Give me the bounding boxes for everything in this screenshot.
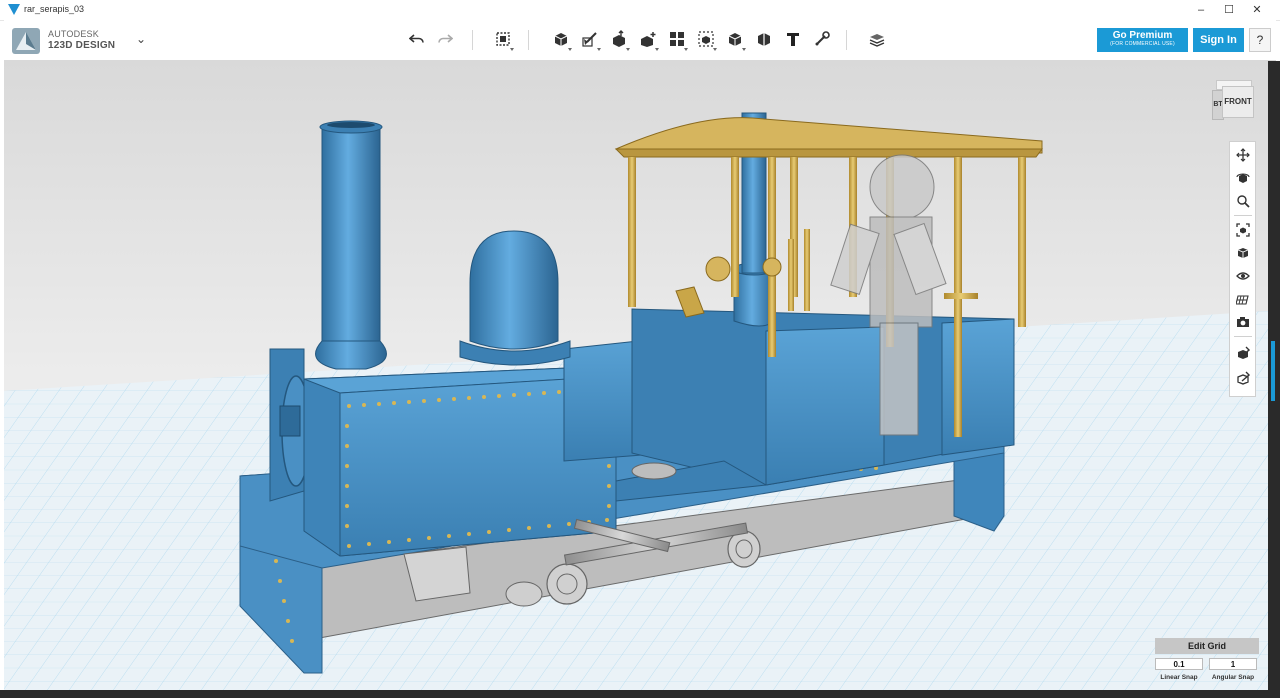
navigation-bar [1229,141,1256,397]
material-toggle-button[interactable] [1233,343,1253,363]
scene-canvas[interactable] [4,61,1268,690]
zoom-button[interactable] [1233,191,1253,211]
main-toolbar: AUTODESK 123D DESIGN ⌄ Go Premium (FOR C… [4,20,1276,61]
transform-icon [496,32,510,46]
maximize-button[interactable]: ☐ [1214,1,1244,19]
toolbar-separator [528,30,529,50]
orbit-button[interactable] [1233,168,1253,188]
modify-icon [641,32,656,47]
fit-button[interactable] [1233,220,1253,240]
toolbar-separator [846,30,847,50]
app-window: rar_serapis_03 – ☐ ✕ AUTODESK 123D DESIG… [0,0,1280,698]
go-premium-label: Go Premium [1112,30,1173,41]
app-logo-icon [8,4,20,15]
outline-toggle-icon [1237,371,1250,385]
fit-icon [1236,223,1250,237]
construct-button[interactable] [606,26,632,52]
grid-toggle-icon [1236,295,1249,305]
undo-button[interactable] [404,26,430,52]
combine-icon [728,33,742,46]
primitives-icon [554,33,568,46]
text-button[interactable] [780,26,806,52]
undo-icon [409,34,424,43]
logo-brand: AUTODESK [48,29,99,39]
grid-toggle-button[interactable] [1233,289,1253,309]
sketch-button[interactable] [577,26,603,52]
transform-button[interactable] [490,26,516,52]
view-cube[interactable]: BT FRONT [1208,78,1256,122]
material-icon [869,34,885,47]
minimize-button[interactable]: – [1186,1,1216,19]
view-mode-button[interactable] [1233,243,1253,263]
visibility-icon [1236,272,1250,280]
edit-grid-button[interactable]: Edit Grid [1155,638,1259,654]
primitives-button[interactable] [548,26,574,52]
group-button[interactable] [693,26,719,52]
pattern-button[interactable] [664,26,690,52]
pan-icon [1236,148,1250,162]
combine-button[interactable] [722,26,748,52]
go-premium-button[interactable]: Go Premium (FOR COMMERCIAL USE) [1097,28,1188,52]
close-button[interactable]: ✕ [1242,1,1272,19]
measure-icon [758,33,770,46]
screenshot-button[interactable] [1233,312,1253,332]
bottom-border [0,690,1280,698]
view-mode-icon [1237,248,1249,258]
material-button[interactable] [864,26,890,52]
orbit-icon [1236,173,1250,183]
snap-icon [815,31,830,46]
redo-button[interactable] [432,26,458,52]
right-edge-scrollbar[interactable] [1268,61,1280,690]
outline-toggle-button[interactable] [1233,368,1253,388]
visibility-button[interactable] [1233,266,1253,286]
angular-snap-input[interactable]: 1 [1209,658,1257,670]
linear-snap-label: Linear Snap [1160,674,1198,681]
screenshot-icon [1237,317,1249,327]
construct-icon [613,30,625,47]
sign-in-button[interactable]: Sign In [1193,28,1244,52]
linear-snap-input[interactable]: 0.1 [1155,658,1203,670]
toolbar-separator [472,30,473,50]
scrollbar-thumb[interactable] [1271,341,1275,401]
pattern-icon [670,32,684,46]
autodesk-logo-icon [12,28,40,54]
nav-separator [1234,336,1252,337]
modify-button[interactable] [635,26,661,52]
grid-panel: Edit Grid 0.1 1 Linear Snap Angular Snap [1155,638,1259,686]
redo-icon [438,34,453,43]
pan-button[interactable] [1233,145,1253,165]
group-icon [698,31,714,47]
help-button[interactable]: ? [1249,28,1271,52]
go-premium-sublabel: (FOR COMMERCIAL USE) [1110,41,1175,47]
zoom-icon [1237,195,1250,208]
measure-button[interactable] [751,26,777,52]
view-cube-front[interactable]: FRONT [1222,86,1254,118]
title-bar: rar_serapis_03 – ☐ ✕ [0,0,1280,21]
3d-viewport[interactable] [4,61,1268,690]
text-icon [787,33,799,46]
material-toggle-icon [1238,346,1250,359]
sketch-icon [582,32,597,47]
snap-button[interactable] [809,26,835,52]
angular-snap-label: Angular Snap [1211,674,1255,681]
app-menu-chevron-icon[interactable]: ⌄ [136,32,146,46]
nav-separator [1234,215,1252,216]
logo-product: 123D DESIGN [48,40,116,51]
window-title: rar_serapis_03 [24,4,85,14]
